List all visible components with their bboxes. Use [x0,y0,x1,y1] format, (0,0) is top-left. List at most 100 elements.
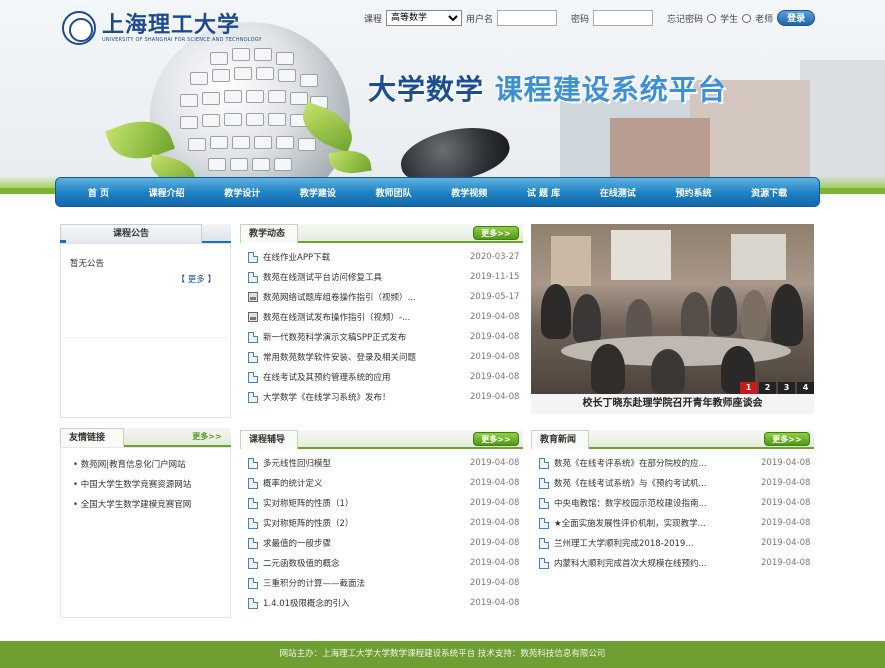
news-item-date: 2019-04-08 [470,578,520,588]
news-item[interactable]: 数苑《在线考试系统》与《预约考试机... 2019-04-08 [539,474,814,492]
document-icon [248,577,258,589]
news-item-title[interactable]: 在线考试及其预约管理系统的应用 [263,371,391,383]
news-item-date: 2019-04-08 [470,392,520,402]
edu-news-more-button[interactable]: 更多>> [764,432,810,446]
news-item-title[interactable]: 三重积分的计算——截面法 [263,577,365,589]
news-item[interactable]: 数苑网络试题库组卷操作指引（视频）... 2019-05-17 [248,288,523,306]
password-input[interactable] [593,10,654,26]
role-student-radio[interactable] [707,13,717,23]
document-icon [248,517,258,529]
news-item-title[interactable]: 求最值的一般步骤 [263,537,331,549]
login-bar: 课程 高等数学 用户名 密码 忘记密码 学生 老师 登录 [364,9,816,27]
friend-link-item[interactable]: • 数苑网|教育信息化门户网站 [73,458,186,470]
news-item[interactable]: 兰州理工大学顺利完成2018-2019… 2019-04-08 [539,534,814,552]
photo-page-3[interactable]: 3 [778,382,795,394]
news-item-date: 2019-04-08 [470,558,520,568]
friend-links-panel: 友情链接 更多>> • 数苑网|教育信息化门户网站 • 中国大学生数学竞赛资源网… [60,428,231,618]
news-item-title[interactable]: 在线作业APP下载 [263,251,330,263]
news-item-title[interactable]: 兰州理工大学顺利完成2018-2019… [554,537,694,549]
role-teacher-radio[interactable] [742,13,752,23]
news-item[interactable]: 大学数学《在线学习系统》发布！ 2019-04-08 [248,388,523,406]
document-icon [248,351,258,363]
nav-item-booking-system[interactable]: 预约系统 [675,186,711,199]
announcement-title: 课程公告 [60,224,202,245]
news-item[interactable]: 多元线性回归模型 2019-04-08 [248,454,523,472]
news-item[interactable]: 求最值的一般步骤 2019-04-08 [248,534,523,552]
nav-item-course-intro[interactable]: 课程介绍 [149,186,185,199]
nav-item-resource-download[interactable]: 资源下载 [751,186,787,199]
edu-news-panel: 教育新闻 更多>> 数苑《在线考评系统》在部分院校的应... 2019-04-08… [531,430,814,618]
edu-news-title: 教育新闻 [531,430,589,449]
news-item[interactable]: 数苑在线测试发布操作指引（视频）-... 2019-04-08 [248,308,523,326]
forgot-password-link[interactable]: 忘记密码 [667,12,703,25]
nav-item-online-test[interactable]: 在线测试 [600,186,636,199]
news-item-title[interactable]: 中央电教馆：数字校园示范校建设指南... [554,497,707,509]
news-item[interactable]: 三重积分的计算——截面法 2019-04-08 [248,574,523,592]
news-item[interactable]: 实对称矩阵的性质（2） 2019-04-08 [248,514,523,532]
photo-caption[interactable]: 校长丁晓东赴理学院召开青年教师座谈会 [531,394,814,414]
nav-item-teaching-construction[interactable]: 教学建设 [300,186,336,199]
document-icon [539,477,549,489]
login-button[interactable]: 登录 [777,10,816,26]
nav-item-teaching-design[interactable]: 教学设计 [224,186,260,199]
news-item-title[interactable]: 多元线性回归模型 [263,457,331,469]
news-item-title[interactable]: 二元函数极值的概念 [263,557,340,569]
course-help-more-button[interactable]: 更多>> [473,432,519,446]
friend-links-title: 友情链接 [60,428,124,447]
nav-item-teaching-video[interactable]: 教学视频 [451,186,487,199]
friend-links-more-link[interactable]: 更多>> [187,430,227,444]
nav-item-teacher-team[interactable]: 教师团队 [376,186,412,199]
document-icon [248,331,258,343]
teaching-news-more-button[interactable]: 更多>> [473,226,519,240]
announcement-more-link[interactable]: 【 更多 】 [177,273,216,285]
school-logo[interactable]: 上海理工大学 UNIVERSITY OF SHANGHAI FOR SCIENC… [62,8,262,48]
news-item-title[interactable]: 概率的统计定义 [263,477,323,489]
document-icon [248,537,258,549]
news-item[interactable]: 中央电教馆：数字校园示范校建设指南... 2019-04-08 [539,494,814,512]
news-item-title[interactable]: 数苑《在线考评系统》在部分院校的应... [554,457,707,469]
news-item[interactable]: 实对称矩阵的性质（1） 2019-04-08 [248,494,523,512]
news-item[interactable]: 二元函数极值的概念 2019-04-08 [248,554,523,572]
photo-page-1[interactable]: 1 [740,382,757,394]
nav-item-home[interactable]: 首 页 [88,186,109,199]
news-item-title[interactable]: 大学数学《在线学习系统》发布！ [263,391,391,403]
news-item[interactable]: 概率的统计定义 2019-04-08 [248,474,523,492]
news-item-date: 2019-04-08 [761,538,811,548]
news-item-title[interactable]: 数苑《在线考试系统》与《预约考试机... [554,477,707,489]
news-item-title[interactable]: 实对称矩阵的性质（2） [263,517,353,529]
news-item-title[interactable]: ★全面实施发展性评价机制，实现教学... [554,517,706,529]
course-select[interactable]: 高等数学 [386,10,463,26]
news-item[interactable]: 数苑在线测试平台访问修复工具 2019-11-15 [248,268,523,286]
header-banner: 上海理工大学 UNIVERSITY OF SHANGHAI FOR SCIENC… [0,0,885,190]
news-item-title[interactable]: 数苑在线测试平台访问修复工具 [263,271,382,283]
news-item-date: 2019-04-08 [761,518,811,528]
news-item-title[interactable]: 数苑网络试题库组卷操作指引（视频）... [263,291,416,303]
news-item-date: 2019-11-15 [470,272,520,282]
news-item-title[interactable]: 1.4.01极限概念的引入 [263,597,350,609]
news-item[interactable]: 1.4.01极限概念的引入 2019-04-08 [248,594,523,612]
password-label: 密码 [571,14,590,25]
news-item[interactable]: 在线考试及其预约管理系统的应用 2019-04-08 [248,368,523,386]
photo-page-4[interactable]: 4 [797,382,814,394]
news-photo[interactable]: 1 2 3 4 [531,224,814,394]
news-item-date: 2020-03-27 [470,252,520,262]
news-item-date: 2019-04-08 [470,478,520,488]
photo-page-2[interactable]: 2 [759,382,776,394]
course-help-panel: 课程辅导 更多>> 多元线性回归模型 2019-04-08 概率的统计定义 2019-… [240,430,523,618]
news-item-title[interactable]: 新一代数苑科学演示文稿SPP正式发布 [263,331,406,343]
username-input[interactable] [497,10,558,26]
news-item-title[interactable]: 实对称矩阵的性质（1） [263,497,353,509]
news-item[interactable]: 在线作业APP下载 2020-03-27 [248,248,523,266]
news-item-title[interactable]: 内蒙科大顺利完成首次大规模在线预约... [554,557,707,569]
nav-item-question-bank[interactable]: 试 题 库 [527,186,560,199]
news-item[interactable]: 新一代数苑科学演示文稿SPP正式发布 2019-04-08 [248,328,523,346]
news-item-title[interactable]: 常用数苑数学软件安装、登录及相关问题 [263,351,416,363]
document-icon [539,517,549,529]
news-item[interactable]: 内蒙科大顺利完成首次大规模在线预约... 2019-04-08 [539,554,814,572]
news-item[interactable]: 常用数苑数学软件安装、登录及相关问题 2019-04-08 [248,348,523,366]
friend-link-item[interactable]: • 全国大学生数学建模竞赛官网 [73,498,191,510]
news-item[interactable]: 数苑《在线考评系统》在部分院校的应... 2019-04-08 [539,454,814,472]
news-item-title[interactable]: 数苑在线测试发布操作指引（视频）-... [263,311,410,323]
friend-link-item[interactable]: • 中国大学生数学竞赛资源网站 [73,478,191,490]
news-item[interactable]: ★全面实施发展性评价机制，实现教学... 2019-04-08 [539,514,814,532]
